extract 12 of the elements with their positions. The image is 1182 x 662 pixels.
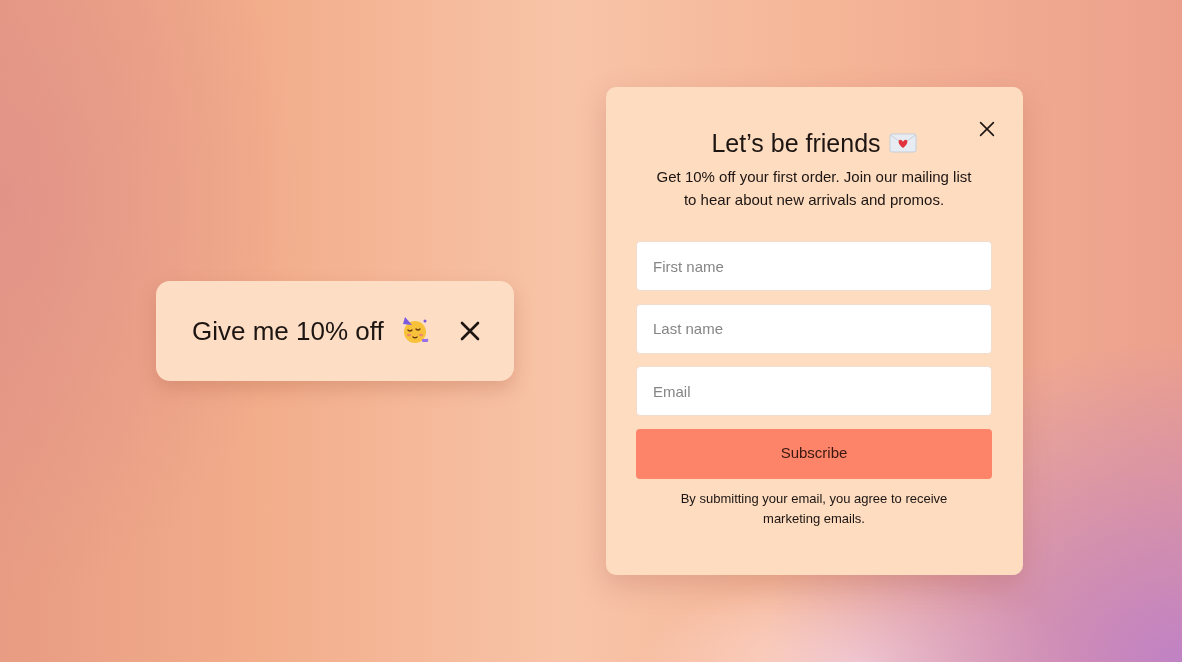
disclaimer-text: By submitting your email, you agree to receive marketing emails. <box>679 489 949 528</box>
close-button[interactable] <box>979 121 995 137</box>
teaser-button[interactable]: Give me 10% off <box>192 311 430 351</box>
close-icon <box>460 321 480 341</box>
input-field[interactable]: First name <box>636 241 992 291</box>
subscribe-button[interactable]: Subscribe <box>636 428 992 479</box>
popup-title: Let’s be friends <box>711 128 881 159</box>
close-icon <box>979 121 995 137</box>
input-field[interactable]: Last name <box>636 303 992 354</box>
close-button[interactable] <box>460 321 480 341</box>
popup-subtitle: Get 10% off your first order. Join our mailing list to hear about new arrivals and promos. <box>655 167 973 210</box>
input-field[interactable]: Email <box>636 366 992 416</box>
